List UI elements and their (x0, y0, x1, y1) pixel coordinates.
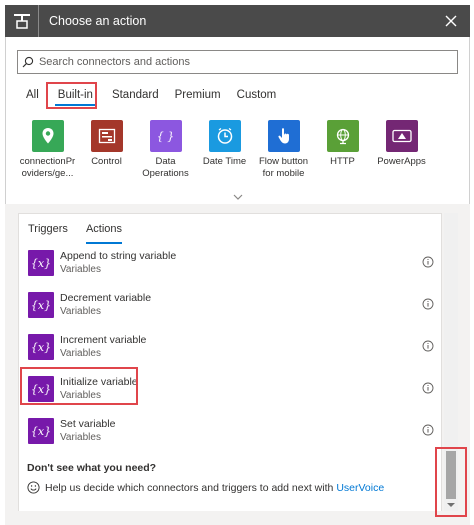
tab-triggers[interactable]: Triggers (28, 214, 68, 244)
touch-hand-icon (267, 120, 300, 152)
connector-control[interactable]: Control (77, 120, 136, 190)
data-operations-icon: { } (149, 120, 182, 152)
connector-label: HTTP (330, 156, 355, 167)
action-initialize-variable[interactable]: {x} Initialize variable Variables (28, 373, 438, 405)
category-tabs: All Built-in Standard Premium Custom (20, 82, 283, 108)
info-icon[interactable] (422, 424, 434, 436)
connector-flow-button[interactable]: Flow button for mobile (254, 120, 313, 190)
connector-list: connectionPr oviders/ge... Control { } D… (18, 120, 458, 190)
action-connector: Variables (60, 348, 101, 359)
action-name: Append to string variable (60, 250, 177, 262)
connector-powerapps[interactable]: PowerApps (372, 120, 431, 190)
action-name: Decrement variable (60, 292, 152, 304)
help-text: Help us decide which connectors and trig… (45, 481, 334, 494)
action-tabs: Triggers Actions (28, 214, 140, 244)
connector-label: Data Operations (142, 156, 189, 179)
action-decrement-variable[interactable]: {x} Decrement variable Variables (28, 289, 438, 321)
tab-standard[interactable]: Standard (105, 82, 166, 108)
dialog-title: Choose an action (49, 14, 147, 28)
search-icon (18, 51, 39, 73)
location-pin-icon (31, 120, 64, 152)
variable-icon: {x} (28, 250, 54, 276)
connector-label: Control (91, 156, 122, 167)
variable-icon: {x} (28, 376, 54, 402)
connector-date-time[interactable]: Date Time (195, 120, 254, 190)
dialog-header: Choose an action (5, 5, 470, 37)
tab-built-in[interactable]: Built-in (46, 82, 105, 108)
search-input[interactable] (38, 56, 457, 68)
connector-label: Date Time (202, 156, 247, 167)
action-connector: Variables (60, 264, 101, 275)
powerapps-icon (385, 120, 418, 152)
info-icon[interactable] (422, 340, 434, 352)
search-box[interactable] (17, 50, 458, 74)
connector-label: connectionPr oviders/ge... (19, 156, 76, 179)
close-icon (445, 15, 457, 27)
action-connector: Variables (60, 306, 101, 317)
connector-label: PowerApps (377, 156, 426, 167)
tab-all[interactable]: All (20, 82, 46, 108)
action-set-variable[interactable]: {x} Set variable Variables (28, 415, 438, 447)
info-icon[interactable] (422, 298, 434, 310)
connector-connection-providers[interactable]: connectionPr oviders/ge... (18, 120, 77, 190)
scrollbar-thumb[interactable] (446, 451, 456, 499)
footer-help: Help us decide which connectors and trig… (27, 481, 384, 494)
scroll-down-arrow-icon[interactable] (447, 503, 455, 507)
action-name: Set variable (60, 418, 116, 430)
scrollbar[interactable] (444, 213, 458, 511)
uservoice-link[interactable]: UserVoice (336, 482, 384, 494)
connector-data-operations[interactable]: { } Data Operations (136, 120, 195, 190)
action-name: Increment variable (60, 334, 147, 346)
control-icon (90, 120, 123, 152)
variable-icon: {x} (28, 292, 54, 318)
variable-icon: {x} (28, 334, 54, 360)
action-step-icon (5, 5, 39, 37)
action-connector: Variables (60, 432, 101, 443)
info-icon[interactable] (422, 256, 434, 268)
tab-premium[interactable]: Premium (166, 82, 230, 108)
smiley-icon (27, 481, 40, 494)
expand-connectors-toggle[interactable] (5, 190, 470, 204)
close-button[interactable] (438, 8, 464, 34)
action-append-to-string-variable[interactable]: {x} Append to string variable Variables (28, 247, 438, 279)
info-icon[interactable] (422, 382, 434, 394)
clock-icon (208, 120, 241, 152)
chevron-down-icon (233, 194, 242, 200)
action-connector: Variables (60, 390, 101, 401)
action-increment-variable[interactable]: {x} Increment variable Variables (28, 331, 438, 363)
footer-question: Don't see what you need? (27, 462, 157, 474)
connector-label: Flow button for mobile (258, 156, 309, 179)
variable-icon: {x} (28, 418, 54, 444)
tab-actions[interactable]: Actions (85, 214, 123, 244)
action-name: Initialize variable (60, 376, 138, 388)
tab-custom[interactable]: Custom (230, 82, 284, 108)
globe-icon (326, 120, 359, 152)
connector-http[interactable]: HTTP (313, 120, 372, 190)
